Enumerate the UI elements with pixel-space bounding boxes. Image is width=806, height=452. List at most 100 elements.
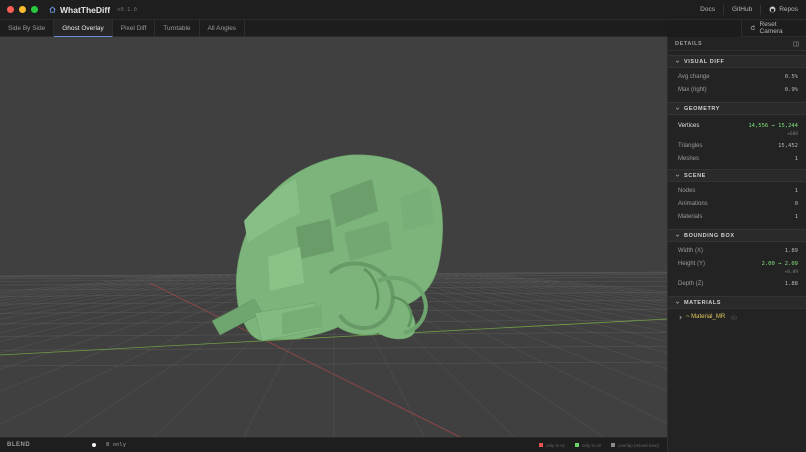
section-materials[interactable]: MATERIALS: [668, 296, 806, 309]
view-mode-tabs: Side By Side Ghost Overlay Pixel Diff Tu…: [0, 20, 667, 37]
window-controls: [7, 6, 38, 13]
reset-camera-label: Reset Camera: [759, 21, 783, 35]
row-key: Vertices: [678, 122, 700, 129]
grid-line: [413, 274, 667, 326]
section-visual-diff[interactable]: VISUAL DIFF: [668, 55, 806, 68]
grid-line: [0, 274, 239, 315]
reset-camera-button[interactable]: Reset Camera: [741, 20, 806, 37]
grid-line: [0, 361, 667, 367]
repos-link[interactable]: Repos: [769, 6, 798, 13]
row-value: 0.5%: [784, 73, 798, 80]
grid-line: [0, 274, 255, 326]
row-key: Meshes: [678, 155, 700, 162]
grid-line: [493, 274, 667, 293]
grid-line: [0, 274, 279, 354]
details-title: DETAILS: [675, 40, 703, 47]
section-bounding-box[interactable]: BOUNDING BOX: [668, 229, 806, 242]
legend-swatch: [574, 443, 579, 447]
blend-value: B only: [106, 442, 127, 448]
row-value: 0: [794, 200, 798, 207]
grid-line: [397, 274, 667, 342]
grid-line: [373, 274, 667, 391]
grid-line: [0, 274, 215, 304]
legend-swatch: [610, 443, 615, 447]
section-title: GEOMETRY: [684, 105, 721, 112]
row-key: Width (X): [678, 247, 704, 254]
vertices-delta: +688: [787, 132, 798, 137]
section-geometry[interactable]: GEOMETRY: [668, 102, 806, 115]
section-title: BOUNDING BOX: [684, 232, 735, 239]
row-key: Nodes: [678, 187, 696, 194]
tab-turntable[interactable]: Turntable: [155, 20, 200, 37]
grid-line: [437, 274, 667, 311]
status-bar: BLEND B only only in v1 only in v2 overl…: [0, 437, 667, 452]
row-nodes: Nodes 1: [668, 184, 806, 197]
row-value: 15,452: [778, 142, 798, 149]
docs-link[interactable]: Docs: [700, 6, 715, 13]
row-value: 2.00 → 2.09: [761, 260, 798, 267]
grid-line: [461, 274, 667, 301]
grid-line: [453, 274, 667, 304]
row-animations: Animations 0: [668, 197, 806, 210]
row-key: Max (right): [678, 86, 707, 93]
app-name: WhatTheDiff: [60, 4, 111, 15]
blend-label: BLEND: [7, 442, 31, 448]
minimize-window-button[interactable]: [19, 6, 26, 13]
height-delta: +0.09: [784, 270, 798, 275]
row-value: 1: [794, 155, 798, 162]
tab-side-by-side[interactable]: Side By Side: [0, 20, 55, 37]
app-brand[interactable]: WhatTheDiff v0.1.0: [49, 5, 137, 15]
zoom-window-button[interactable]: [31, 6, 38, 13]
title-bar: WhatTheDiff v0.1.0 Docs GitHub Repos: [0, 0, 806, 20]
chevron-right-icon: [679, 315, 682, 319]
row-width: Width (X) 1.89: [668, 244, 806, 257]
top-nav: Docs GitHub Repos: [700, 4, 798, 15]
github-icon: [769, 6, 776, 13]
app-version: v0.1.0: [117, 6, 137, 13]
home-icon: [49, 6, 56, 13]
ghost-overlay-model: [211, 154, 443, 342]
chevron-down-icon: [675, 301, 680, 304]
close-window-button[interactable]: [7, 6, 14, 13]
grid-line: [429, 274, 667, 315]
grid-line: [0, 332, 667, 337]
viewport-canvas[interactable]: [0, 37, 667, 437]
material-item[interactable]: ~ Material_MR (1): [668, 310, 806, 324]
nav-divider: [722, 4, 724, 15]
chevron-down-icon: [675, 174, 680, 177]
material-count: (1): [731, 314, 737, 320]
reset-icon: [750, 25, 755, 30]
github-link[interactable]: GitHub: [732, 6, 752, 13]
row-height: Height (Y) 2.00 → 2.09: [668, 257, 806, 270]
tab-ghost-overlay[interactable]: Ghost Overlay: [54, 20, 113, 37]
details-panel: DETAILS VISUAL DIFF Avg change 0.5% Max …: [667, 37, 806, 452]
grid-line: [0, 274, 247, 320]
diff-legend: only in v1 only in v2 overlap (mixed ton…: [538, 442, 659, 448]
row-key: Materials: [678, 213, 703, 220]
section-title: SCENE: [684, 172, 706, 179]
3d-viewport[interactable]: [0, 37, 667, 437]
row-max-change: Max (right) 0.9%: [668, 83, 806, 96]
row-key: Depth (Z): [678, 280, 704, 287]
legend-label: only in v1: [545, 442, 565, 448]
row-meshes: Meshes 1: [668, 152, 806, 165]
chevron-down-icon: [675, 234, 680, 237]
row-key: Triangles: [678, 142, 703, 149]
legend-overlap: overlap (mixed tone): [610, 443, 659, 448]
row-vertices: Vertices 14,556 → 15,244: [668, 119, 806, 132]
tab-all-angles[interactable]: All Angles: [200, 20, 246, 37]
collapse-panel-icon[interactable]: [793, 41, 799, 47]
nav-divider: [760, 4, 762, 15]
legend-swatch: [538, 443, 543, 447]
grid-line: [0, 274, 231, 311]
row-key: Height (Y): [678, 260, 706, 267]
tab-pixel-diff[interactable]: Pixel Diff: [113, 20, 156, 37]
row-value: 14,556 → 15,244: [748, 122, 798, 129]
grid-line: [421, 274, 667, 320]
repos-label: Repos: [779, 6, 798, 13]
blend-slider-handle[interactable]: [92, 443, 97, 447]
section-title: VISUAL DIFF: [684, 58, 725, 65]
section-scene[interactable]: SCENE: [668, 169, 806, 182]
grid-line: [0, 274, 175, 293]
chevron-down-icon: [675, 60, 680, 63]
